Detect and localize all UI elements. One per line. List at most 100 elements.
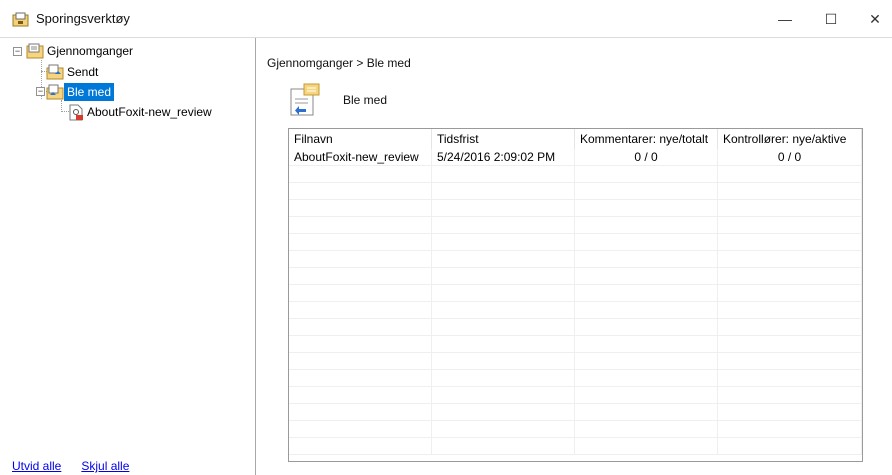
table-row-empty [289,370,862,387]
empty-cell [575,268,718,285]
empty-cell [289,404,432,421]
empty-cell [718,268,862,285]
empty-cell [718,217,862,234]
empty-cell [575,421,718,438]
empty-cell [432,285,575,302]
empty-cell [575,336,718,353]
minimize-button[interactable]: — [762,0,808,38]
table-row-empty [289,302,862,319]
table-row-empty [289,387,862,404]
tree-label: Gjennomganger [47,44,134,58]
table-row-empty [289,404,862,421]
empty-cell [289,370,432,387]
close-button[interactable]: ✕ [852,0,892,38]
details-pane: Gjennomganger > Ble med Ble med Filnavn … [257,38,892,475]
empty-cell [575,166,718,183]
empty-cell [575,183,718,200]
empty-cell [575,251,718,268]
sent-documents-icon [46,64,64,80]
folder-list-icon [26,43,44,59]
column-header-tidsfrist[interactable]: Tidsfrist [432,129,575,149]
cell-comments: 0 / 0 [575,149,718,166]
joined-documents-icon [46,84,64,100]
empty-cell [718,421,862,438]
empty-cell [718,353,862,370]
empty-cell [432,438,575,455]
pdf-review-icon [69,104,83,120]
table-row-empty [289,438,862,455]
maximize-button[interactable]: ☐ [808,0,854,38]
table-row-empty [289,336,862,353]
empty-cell [718,285,862,302]
empty-cell [718,251,862,268]
tree-item-ble-med[interactable]: Ble med [46,82,115,102]
table-row-empty [289,268,862,285]
cell-reviewers: 0 / 0 [718,149,862,166]
collapse-all-link[interactable]: Skjul alle [81,459,129,473]
table-row-empty [289,217,862,234]
cell-deadline: 5/24/2016 2:09:02 PM [432,149,575,166]
empty-cell [432,302,575,319]
empty-cell [289,421,432,438]
table-row-empty [289,234,862,251]
empty-cell [718,302,862,319]
column-header-kontrollorer[interactable]: Kontrollører: nye/aktive [718,129,862,149]
empty-cell [575,387,718,404]
maximize-icon: ☐ [824,10,838,27]
empty-cell [432,353,575,370]
empty-cell [575,234,718,251]
table-row-empty [289,421,862,438]
expand-all-link[interactable]: Utvid alle [12,459,61,473]
empty-cell [432,404,575,421]
empty-cell [432,251,575,268]
window-title: Sporingsverktøy [36,11,130,26]
tree-item-gjennomganger[interactable]: Gjennomganger [26,41,136,61]
empty-cell [432,200,575,217]
tree-label: Sendt [67,65,99,79]
tracker-app-icon [12,12,29,27]
empty-cell [432,183,575,200]
empty-cell [575,353,718,370]
reviews-table: Filnavn Tidsfrist Kommentarer: nye/total… [288,128,863,462]
empty-cell [718,404,862,421]
empty-cell [575,438,718,455]
empty-cell [718,183,862,200]
empty-cell [289,336,432,353]
empty-cell [289,217,432,234]
navigation-pane: − Gjennomganger Sendt − Ble med AboutFox… [6,38,256,475]
empty-cell [432,234,575,251]
tree-item-sendt[interactable]: Sendt [46,62,101,82]
empty-cell [432,421,575,438]
title-bar: Sporingsverktøy — ☐ ✕ [0,0,892,38]
empty-cell [575,217,718,234]
tree-item-aboutfoxit-new-review[interactable]: AboutFoxit-new_review [68,102,215,122]
table-row-empty [289,285,862,302]
column-header-kommentarer[interactable]: Kommentarer: nye/totalt [575,129,718,149]
empty-cell [718,387,862,404]
breadcrumb: Gjennomganger > Ble med [267,56,411,70]
table-body: AboutFoxit-new_review 5/24/2016 2:09:02 … [289,149,862,455]
table-row-empty [289,166,862,183]
tree-expander-ble-med[interactable]: − [36,87,45,96]
tree-expander-gjennomganger[interactable]: − [13,47,22,56]
empty-cell [432,336,575,353]
empty-cell [575,319,718,336]
empty-cell [575,200,718,217]
empty-cell [289,166,432,183]
column-header-filnavn[interactable]: Filnavn [289,129,432,149]
cell-filename: AboutFoxit-new_review [289,149,432,166]
empty-cell [289,234,432,251]
empty-cell [289,183,432,200]
table-row-empty [289,319,862,336]
empty-cell [718,319,862,336]
empty-cell [718,200,862,217]
empty-cell [289,251,432,268]
section-heading: Ble med [343,93,388,107]
empty-cell [289,353,432,370]
table-row-empty [289,200,862,217]
empty-cell [289,285,432,302]
table-row[interactable]: AboutFoxit-new_review 5/24/2016 2:09:02 … [289,149,862,166]
tree-footer: Utvid alle Skjul alle [12,459,129,473]
minimize-icon: — [778,11,792,27]
empty-cell [289,302,432,319]
